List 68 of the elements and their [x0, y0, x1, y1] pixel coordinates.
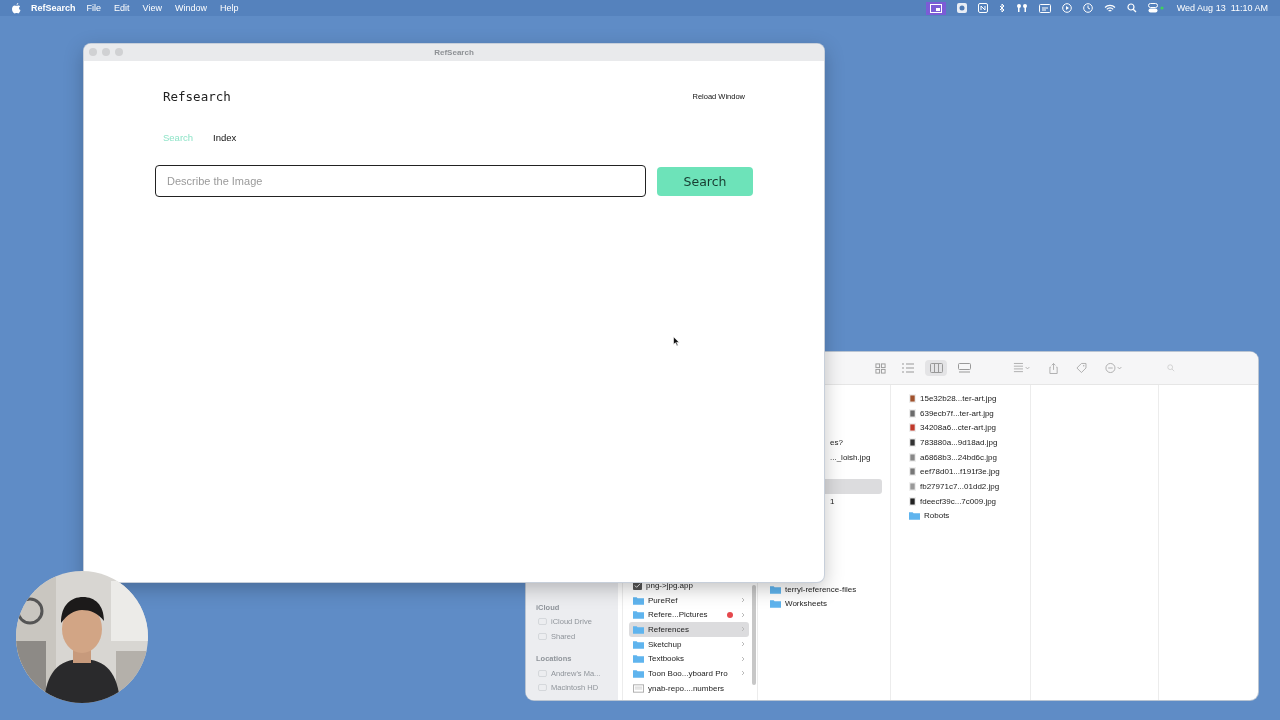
- search-icon[interactable]: [1126, 3, 1137, 13]
- image-thumbnail-icon: [909, 496, 916, 506]
- file-row[interactable]: Refere...Pictures: [629, 607, 749, 623]
- file-row[interactable]: eef78d01...f191f3e.jpg: [905, 464, 1026, 480]
- file-row[interactable]: 639ecb7f...ter-art.jpg: [905, 405, 1026, 421]
- search-field[interactable]: Describe the Image: [155, 165, 646, 197]
- file-row[interactable]: 15e32b28...ter-art.jpg: [905, 391, 1026, 406]
- screen-share-icon[interactable]: [925, 1, 946, 15]
- menu-item[interactable]: Edit: [114, 3, 130, 13]
- bluetooth-icon[interactable]: [998, 3, 1005, 13]
- file-row[interactable]: fdeecf39c...7c009.jpg: [905, 493, 1026, 509]
- window-title: RefSearch: [434, 48, 474, 57]
- menu-bar-clock[interactable]: Wed Aug 13 11:10 AM: [1176, 3, 1268, 13]
- file-row[interactable]: ynab-repo....numbers: [629, 680, 749, 696]
- document-icon: [633, 683, 644, 693]
- file-row[interactable]: 1: [826, 493, 886, 509]
- play-icon[interactable]: [1061, 3, 1072, 13]
- file-row[interactable]: Sketchup: [629, 636, 749, 652]
- file-row[interactable]: terryl-reference-files: [762, 581, 886, 597]
- more-icon[interactable]: [1105, 362, 1124, 374]
- image-thumbnail-icon: [909, 467, 916, 477]
- display-icon[interactable]: [1038, 3, 1051, 13]
- app-menu[interactable]: RefSearch: [31, 3, 76, 13]
- list-icon: [902, 363, 914, 373]
- share-icon[interactable]: [1049, 361, 1059, 375]
- search-icon: [1167, 364, 1176, 372]
- file-row[interactable]: 783880a...9d18ad.jpg: [905, 435, 1026, 450]
- earbuds-icon[interactable]: [1015, 3, 1028, 13]
- menu-item[interactable]: Window: [174, 3, 207, 13]
- menu-item[interactable]: Help: [219, 3, 239, 13]
- mouse-pointer-icon: [673, 336, 680, 347]
- record-icon[interactable]: [956, 3, 967, 13]
- tag-icon[interactable]: [1076, 362, 1088, 374]
- menu-item[interactable]: File: [86, 3, 102, 13]
- file-row[interactable]: 34208a6...cter-art.jpg: [905, 420, 1026, 436]
- chevron-icon: [741, 670, 745, 677]
- clock-icon[interactable]: [1082, 3, 1093, 13]
- menu-item[interactable]: View: [142, 3, 162, 13]
- file-row[interactable]: PureRef: [629, 592, 749, 608]
- image-thumbnail-icon: [909, 452, 916, 462]
- app-logo-text: Refsearch: [163, 89, 231, 104]
- file-row[interactable]: a6868b3...24bd6c.jpg: [905, 449, 1026, 465]
- chevron-icon: [741, 626, 745, 633]
- file-row[interactable]: ..._loish.jpg: [826, 449, 886, 465]
- file-row[interactable]: Toon Boo...yboard Pro: [629, 666, 749, 681]
- image-thumbnail-icon: [909, 408, 916, 418]
- app-square-icon[interactable]: [977, 3, 988, 13]
- group-icon[interactable]: [1013, 362, 1032, 374]
- file-row[interactable]: es?: [826, 435, 886, 450]
- view-mode-button[interactable]: [925, 360, 947, 376]
- scrollbar[interactable]: [752, 585, 756, 685]
- image-thumbnail-icon: [909, 423, 916, 433]
- image-thumbnail-icon: [909, 437, 916, 447]
- grid-icon: [874, 362, 886, 374]
- image-thumbnail-icon: [909, 481, 916, 491]
- file-row[interactable]: Robots: [905, 508, 1026, 524]
- image-thumbnail-icon: [909, 393, 916, 403]
- tab[interactable]: Index: [213, 130, 237, 145]
- file-row[interactable]: fb27971c7...01dd2.jpg: [905, 479, 1026, 494]
- control-center-icon[interactable]: [1147, 3, 1164, 13]
- file-row[interactable]: Textbooks: [629, 651, 749, 667]
- apple-icon[interactable]: [12, 2, 21, 14]
- file-row[interactable]: Worksheets: [762, 596, 886, 612]
- search-button[interactable]: Search: [657, 166, 753, 196]
- gallery-icon: [957, 363, 971, 373]
- wifi-icon[interactable]: [1103, 3, 1116, 13]
- columns-icon: [929, 363, 943, 373]
- file-row[interactable]: References: [629, 622, 749, 637]
